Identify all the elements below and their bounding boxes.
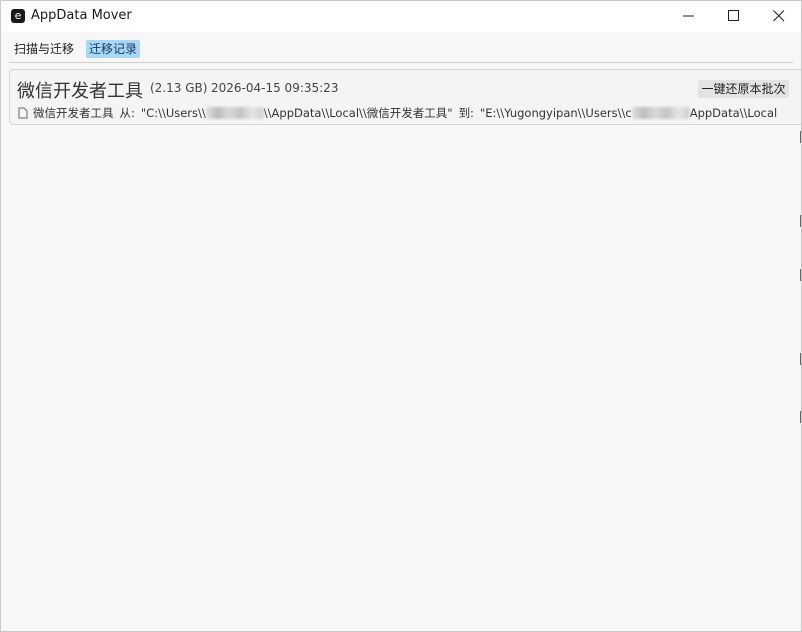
- migration-record-card: 微信开发者工具 (2.13 GB) 2026-04-15 09:35:23 一键…: [9, 69, 801, 125]
- redacted-username: [205, 107, 264, 119]
- tab-divider: [9, 62, 793, 63]
- from-label: 从:: [119, 106, 135, 120]
- redacted-username-2: [631, 107, 690, 119]
- record-detail-row: 微信开发者工具 从: "C:\\Users\\ \\AppData\\Local\\微…: [18, 105, 798, 121]
- tab-bar: 扫描与迁移 迁移记录: [1, 32, 801, 64]
- app-logo-icon: e: [11, 9, 25, 23]
- minimize-icon: [683, 15, 694, 17]
- to-path-prefix: "E:\\Yugongyipan\\Users\\c: [479, 106, 632, 120]
- title-bar[interactable]: e AppData Mover: [1, 1, 801, 32]
- close-icon: [773, 10, 785, 22]
- tab-migration-history[interactable]: 迁移记录: [86, 40, 141, 58]
- restore-batch-button[interactable]: 一键还原本批次: [698, 80, 789, 98]
- maximize-button[interactable]: [711, 1, 757, 32]
- app-window: e AppData Mover 扫描与迁移 迁移记录 微信开发者工具 (2.13…: [0, 0, 802, 632]
- record-timestamp: 2026-04-15 09:35:23: [211, 81, 339, 95]
- close-button[interactable]: [756, 1, 801, 32]
- tab-scan-migrate[interactable]: 扫描与迁移: [11, 40, 77, 58]
- from-path-prefix: "C:\\Users\\: [140, 106, 206, 120]
- record-app-name: 微信开发者工具: [17, 81, 143, 102]
- detail-app-name: 微信开发者工具: [33, 106, 114, 120]
- maximize-icon: [728, 10, 739, 21]
- window-title: AppData Mover: [31, 8, 132, 23]
- to-path-suffix: AppData\\Local: [689, 106, 778, 120]
- from-path-suffix: \\AppData\\Local\\微信开发者工具": [263, 106, 453, 120]
- file-icon: [18, 107, 28, 119]
- minimize-button[interactable]: [666, 1, 712, 32]
- record-size: (2.13 GB): [150, 81, 208, 95]
- to-label: 到:: [458, 106, 474, 120]
